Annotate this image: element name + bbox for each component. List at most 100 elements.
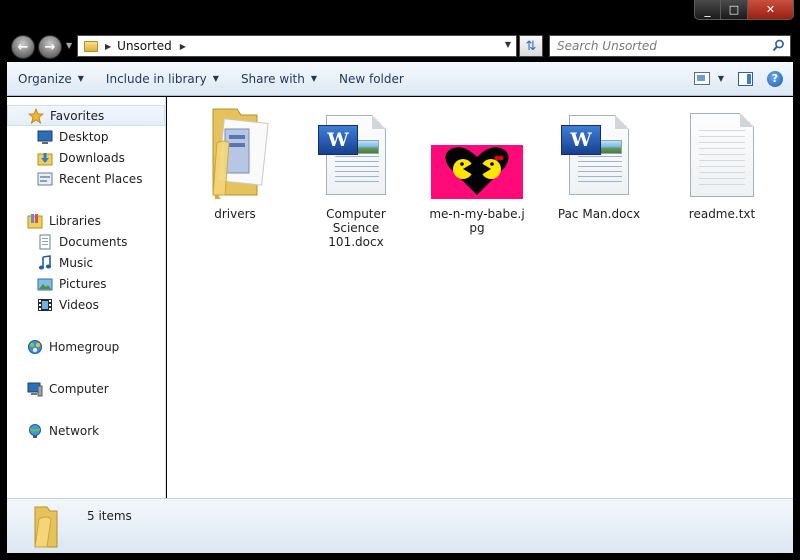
file-item-computer-science-101[interactable]: W Computer Science 101.docx — [306, 103, 406, 249]
chevron-down-icon: ▼ — [310, 74, 317, 83]
recent-places-icon — [37, 171, 53, 187]
forward-arrow-icon: → — [44, 39, 56, 55]
title-bar: _ □ ✕ — [0, 0, 800, 30]
navigation-pane: Favorites Desktop Downloads Recent Place… — [7, 97, 166, 498]
file-item-readme[interactable]: readme.txt — [672, 103, 772, 221]
back-button[interactable]: ← — [11, 35, 35, 59]
downloads-icon — [37, 150, 53, 166]
search-placeholder: Search Unsorted — [557, 39, 657, 53]
folder-icon — [84, 40, 98, 52]
refresh-button[interactable]: ⇅ — [519, 35, 543, 57]
nav-label: Music — [59, 255, 94, 270]
breadcrumb-unsorted[interactable]: Unsorted — [117, 39, 172, 53]
address-dropdown-icon[interactable]: ▼ — [505, 40, 511, 49]
chevron-right-icon[interactable]: ▶ — [180, 42, 186, 51]
computer-icon — [27, 381, 43, 397]
nav-label: Desktop — [59, 129, 109, 144]
share-with-button[interactable]: Share with ▼ — [230, 62, 328, 95]
share-with-label: Share with — [240, 71, 305, 86]
explorer-window: _ □ ✕ ← → ▼ ▶ Unsorted ▶ ▼ ⇅ Search Unso… — [0, 0, 800, 560]
network-icon — [27, 423, 43, 439]
nav-item-videos[interactable]: Videos — [7, 294, 165, 315]
nav-item-pictures[interactable]: Pictures — [7, 273, 165, 294]
music-icon — [37, 254, 53, 271]
homegroup-icon — [27, 339, 43, 355]
nav-label: Network — [49, 423, 100, 438]
maximize-icon: □ — [728, 3, 740, 16]
forward-button[interactable]: → — [38, 35, 62, 59]
close-icon: ✕ — [765, 3, 776, 16]
details-pane: 5 items — [7, 498, 793, 553]
pictures-icon — [37, 276, 53, 292]
search-input[interactable]: Search Unsorted — [549, 35, 791, 57]
nav-label: Videos — [59, 297, 99, 312]
videos-icon — [37, 297, 53, 313]
nav-item-network[interactable]: Network — [7, 420, 165, 441]
file-item-drivers[interactable]: drivers — [185, 103, 285, 221]
minimize-button[interactable]: _ — [694, 0, 721, 20]
minimize-icon: _ — [704, 2, 711, 17]
nav-item-recent-places[interactable]: Recent Places — [7, 168, 165, 189]
libraries-icon — [27, 213, 43, 229]
file-list: drivers W Computer Science 101.docx me-n… — [167, 97, 793, 498]
image-thumbnail — [427, 103, 527, 199]
view-controls: ▼ ? — [693, 62, 793, 95]
nav-label: Pictures — [59, 276, 107, 291]
new-folder-label: New folder — [339, 71, 404, 86]
file-item-me-n-my-babe[interactable]: me-n-my-babe.j pg — [427, 103, 527, 235]
nav-item-computer[interactable]: Computer — [7, 378, 165, 399]
nav-item-favorites[interactable]: Favorites — [7, 105, 165, 126]
caption-buttons: _ □ ✕ — [694, 0, 794, 20]
address-row: ← → ▼ ▶ Unsorted ▶ ▼ ⇅ Search Unsorted — [0, 30, 800, 62]
chevron-down-icon: ▼ — [77, 74, 84, 83]
chevron-down-icon: ▼ — [212, 74, 219, 83]
nav-label: Computer — [49, 381, 109, 396]
text-file-icon — [672, 103, 772, 199]
file-name-line: me-n-my-babe.j — [429, 207, 525, 221]
file-name-line: Computer — [326, 207, 386, 221]
word-doc-icon: W — [306, 103, 406, 199]
nav-item-libraries[interactable]: Libraries — [7, 210, 165, 231]
address-bar[interactable]: ▶ Unsorted ▶ ▼ — [77, 35, 517, 57]
desktop-icon — [37, 129, 53, 145]
recent-pages-dropdown[interactable]: ▼ — [66, 41, 72, 50]
nav-label: Favorites — [50, 108, 105, 123]
nav-item-desktop[interactable]: Desktop — [7, 126, 165, 147]
nav-item-documents[interactable]: Documents — [7, 231, 165, 252]
file-item-pac-man[interactable]: W Pac Man.docx — [549, 103, 649, 221]
word-doc-icon: W — [549, 103, 649, 199]
file-name: Pac Man.docx — [557, 207, 641, 221]
nav-label: Documents — [59, 234, 128, 249]
include-in-library-button[interactable]: Include in library ▼ — [95, 62, 230, 95]
organize-button[interactable]: Organize ▼ — [7, 62, 95, 95]
change-view-icon[interactable] — [693, 72, 710, 85]
maximize-button[interactable]: □ — [721, 0, 748, 20]
nav-label: Libraries — [49, 213, 101, 228]
close-button[interactable]: ✕ — [748, 0, 794, 20]
chevron-right-icon[interactable]: ▶ — [105, 42, 111, 51]
nav-item-homegroup[interactable]: Homegroup — [7, 336, 165, 357]
new-folder-button[interactable]: New folder — [328, 62, 415, 95]
nav-item-downloads[interactable]: Downloads — [7, 147, 165, 168]
file-name: me-n-my-babe.j pg — [427, 207, 527, 235]
search-icon[interactable] — [772, 39, 785, 52]
file-name: readme.txt — [688, 207, 756, 221]
view-options-dropdown[interactable]: ▼ — [718, 74, 724, 83]
include-in-library-label: Include in library — [105, 71, 207, 86]
item-count: 5 items — [87, 509, 132, 523]
organize-label: Organize — [18, 71, 72, 86]
refresh-icon: ⇅ — [525, 38, 537, 54]
file-name: drivers — [214, 207, 256, 221]
help-icon[interactable]: ? — [767, 70, 783, 87]
file-name: Computer Science 101.docx — [306, 207, 406, 249]
file-name-line: Science 101.docx — [328, 221, 384, 249]
nav-item-music[interactable]: Music — [7, 252, 165, 273]
documents-icon — [37, 234, 53, 250]
nav-label: Downloads — [59, 150, 125, 165]
folder-icon — [185, 103, 285, 199]
file-name-line: pg — [469, 221, 485, 235]
preview-pane-icon[interactable] — [738, 71, 753, 86]
command-bar: Organize ▼ Include in library ▼ Share with… — [7, 62, 793, 96]
back-arrow-icon: ← — [17, 39, 29, 55]
folder-icon — [27, 505, 67, 549]
